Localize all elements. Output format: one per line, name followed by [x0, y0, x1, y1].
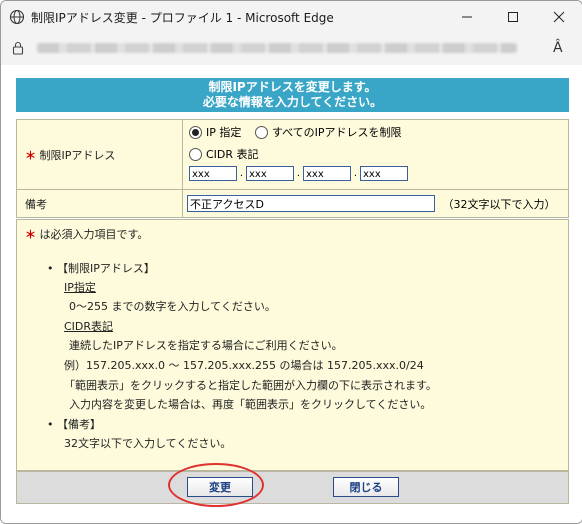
cidr-title: CIDR表記 [64, 320, 114, 333]
required-note-text: は必須入力項目です。 [39, 228, 149, 241]
page-header: 制限IPアドレスを変更します。 必要な情報を入力してください。 [16, 78, 569, 112]
button-bar: 変更 閉じる [16, 471, 569, 504]
minimize-icon [462, 16, 472, 18]
title-bar[interactable]: 制限IPアドレス変更 - プロファイル 1 - Microsoft Edge [1, 1, 582, 33]
memo-hint: （32文字以下で入力） [442, 197, 556, 211]
memo-value-cell: 不正アクセスD （32文字以下で入力） [182, 189, 569, 218]
cidr-desc-4: 入力内容を変更した場合は、再度「範囲表示」をクリックしてください。 [69, 398, 432, 411]
cidr-desc-1: 連続したIPアドレスを指定する場合にご利用ください。 [69, 339, 343, 352]
radio-ip[interactable] [189, 126, 202, 139]
read-aloud-icon[interactable]: Â [553, 40, 563, 56]
section-memo: • 【備考】 [47, 416, 101, 432]
highlight-circle [168, 463, 264, 507]
ip-spec-desc: 0～255 までの数字を入力してください。 [69, 300, 276, 313]
header-line1: 制限IPアドレスを変更します。 [208, 80, 377, 94]
section-ip: • 【制限IPアドレス】 [47, 260, 155, 276]
maximize-icon [508, 12, 518, 22]
maximize-button[interactable] [490, 1, 536, 33]
ip-form-table: ＊ 制限IPアドレス IP 指定 すべてのIPアドレスを制限 CIDR 表記 x… [16, 119, 569, 218]
notes-panel: ＊ は必須入力項目です。 • 【制限IPアドレス】 IP指定 0～255 までの… [16, 219, 569, 471]
memo-label-cell: 備考 [16, 189, 183, 218]
octet-separator: . [353, 168, 358, 179]
radio-ip-option[interactable]: IP 指定 [189, 126, 241, 139]
ip-label: 制限IPアドレス [39, 148, 116, 162]
ip-octet-4[interactable]: xxx [360, 165, 408, 181]
globe-icon [9, 9, 25, 25]
radio-cidr-label: CIDR 表記 [206, 147, 259, 161]
radio-all-label: すべてのIPアドレスを制限 [271, 125, 402, 139]
close-dialog-button[interactable]: 閉じる [333, 477, 399, 497]
required-mark: ＊ [25, 148, 36, 162]
url-text-blurred[interactable] [37, 43, 517, 53]
cidr-desc-3: 「範囲表示」をクリックすると指定した範囲が入力欄の下に表示されます。 [64, 379, 437, 392]
radio-all[interactable] [254, 126, 268, 139]
page-content: 制限IPアドレスを変更します。 必要な情報を入力してください。 ＊ 制限IPアド… [1, 65, 582, 523]
required-note: ＊ は必須入力項目です。 [25, 226, 148, 242]
radio-ip-label: IP 指定 [206, 125, 242, 139]
close-button[interactable] [536, 1, 582, 33]
close-icon [553, 11, 565, 23]
required-mark: ＊ [25, 228, 36, 241]
cidr-desc-2: 例）157.205.xxx.0 ～ 157.205.xxx.255 の場合は 1… [64, 359, 424, 372]
memo-label: 備考 [25, 197, 47, 211]
header-line2: 必要な情報を入力してください。 [202, 95, 383, 109]
window-title: 制限IPアドレス変更 - プロファイル 1 - Microsoft Edge [31, 11, 334, 25]
section-ip-title: 【制限IPアドレス】 [57, 262, 155, 275]
minimize-button[interactable] [444, 1, 490, 33]
memo-desc: 32文字以下で入力してください。 [64, 437, 232, 450]
ip-value-cell: IP 指定 すべてのIPアドレスを制限 CIDR 表記 xxx. xxx. xxx.… [182, 119, 569, 190]
radio-all-option[interactable]: すべてのIPアドレスを制限 [254, 125, 402, 139]
ip-label-cell: ＊ 制限IPアドレス [16, 119, 183, 190]
radio-cidr-option[interactable]: CIDR 表記 [187, 144, 564, 166]
ip-octet-2[interactable]: xxx [246, 165, 294, 181]
ip-spec-title: IP指定 [64, 281, 96, 294]
lock-icon[interactable] [11, 41, 25, 55]
ip-octet-1[interactable]: xxx [189, 165, 237, 181]
ip-octet-3[interactable]: xxx [303, 165, 351, 181]
radio-cidr[interactable] [189, 148, 202, 161]
section-memo-title: 【備考】 [57, 418, 101, 431]
octet-separator: . [296, 168, 301, 179]
browser-window: 制限IPアドレス変更 - プロファイル 1 - Microsoft Edge A… [0, 0, 582, 524]
bullet: • [47, 262, 54, 275]
ip-octet-row: xxx. xxx. xxx. xxx [187, 165, 564, 188]
octet-separator: . [239, 168, 244, 179]
bullet: • [47, 418, 54, 431]
memo-input[interactable]: 不正アクセスD [187, 195, 435, 212]
